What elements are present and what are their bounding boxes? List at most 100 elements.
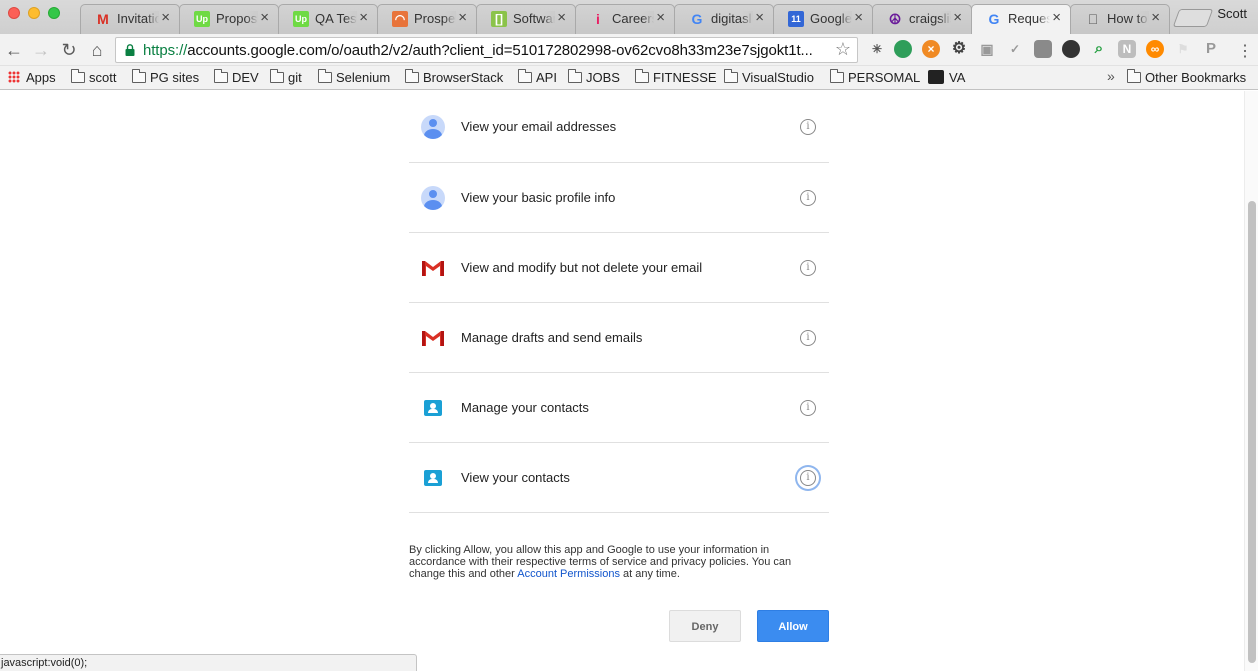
browser-tab[interactable]: 11 Google ×: [773, 4, 873, 34]
new-tab-button[interactable]: [1172, 9, 1214, 27]
upwork-icon: Up: [194, 11, 210, 27]
bookmark-folder[interactable]: Selenium: [318, 69, 390, 87]
tab-close-icon[interactable]: ×: [1151, 10, 1160, 26]
extension-bug-icon[interactable]: ✳: [868, 40, 886, 58]
bookmark-folder[interactable]: JOBS: [568, 69, 620, 87]
home-icon[interactable]: ⌂: [86, 39, 108, 61]
tab-close-icon[interactable]: ×: [161, 10, 170, 26]
permission-label: View your contacts: [461, 470, 570, 485]
scrollbar-thumb[interactable]: [1248, 201, 1256, 663]
extension-infinity-icon[interactable]: ∞: [1146, 40, 1164, 58]
tab-close-icon[interactable]: ×: [359, 10, 368, 26]
minimize-window-button[interactable]: [28, 7, 40, 19]
extension-camera-icon[interactable]: ▣: [978, 40, 996, 58]
folder-icon: [214, 69, 228, 83]
browser-tab[interactable]: Gdigitasl ×: [674, 4, 774, 34]
tab-close-icon[interactable]: ×: [557, 10, 566, 26]
browser-tab[interactable]: i Careers ×: [575, 4, 675, 34]
tab-close-icon[interactable]: ×: [1052, 10, 1061, 26]
extension-gear-icon[interactable]: ⚙: [950, 40, 968, 58]
extension-p-icon[interactable]: P: [1202, 40, 1220, 58]
consent-text: By clicking Allow, you allow this app an…: [409, 544, 809, 580]
folder-icon: [518, 69, 532, 83]
extension-search-icon[interactable]: ⌕: [1090, 40, 1108, 58]
bookmark-other[interactable]: Other Bookmarks: [1127, 69, 1246, 87]
browser-tab[interactable]: Up QA Test ×: [278, 4, 378, 34]
extension-n-icon[interactable]: N: [1118, 40, 1136, 58]
bookmark-folder[interactable]: PG sites: [132, 69, 199, 87]
back-icon[interactable]: ←: [3, 39, 25, 61]
bookmark-folder-label: DEV: [232, 70, 259, 85]
allow-button[interactable]: Allow: [757, 610, 829, 642]
extension-colorwheel-icon[interactable]: [1062, 40, 1080, 58]
info-icon[interactable]: i: [800, 119, 816, 135]
browser-menu-icon[interactable]: ⋮: [1237, 41, 1253, 61]
tab-close-icon[interactable]: ×: [755, 10, 764, 26]
bookmark-folder-label: FITNESSE: [653, 70, 717, 85]
browser-tab[interactable]:  How to×: [1070, 4, 1170, 34]
bookmark-folder[interactable]: git: [270, 69, 302, 87]
permission-label: View your email addresses: [461, 119, 617, 134]
info-icon[interactable]: i: [800, 470, 816, 486]
folder-icon: [635, 69, 649, 83]
bookmark-folder[interactable]: API: [518, 69, 557, 87]
permission-row: View your basic profile info i: [409, 163, 829, 233]
permission-row: View your contacts i: [409, 443, 829, 513]
tab-close-icon[interactable]: ×: [854, 10, 863, 26]
browser-tab[interactable]: ◠ Prospec×: [377, 4, 477, 34]
info-i-icon: i: [596, 11, 600, 27]
bookmark-folder-label: scott: [89, 70, 117, 85]
forward-icon[interactable]: →: [30, 39, 52, 61]
page-scrollbar[interactable]: [1244, 91, 1258, 671]
reload-icon[interactable]: ↻: [58, 39, 80, 61]
account-permissions-link[interactable]: Account Permissions: [517, 568, 620, 580]
gmail-icon: [421, 329, 445, 353]
permission-label: Manage drafts and send emails: [461, 330, 643, 345]
close-window-button[interactable]: [8, 7, 20, 19]
folder-icon: [1127, 69, 1141, 83]
peace-icon: ☮: [888, 11, 902, 27]
bookmark-folder[interactable]: VisualStudio: [724, 69, 814, 87]
browser-tab[interactable]: M Invitatio ×: [80, 4, 180, 34]
deny-button[interactable]: Deny: [669, 610, 741, 642]
permission-row: View your email addresses i: [409, 91, 829, 163]
extension-globe-icon[interactable]: [894, 40, 912, 58]
info-icon[interactable]: i: [800, 190, 816, 206]
bookmark-folder-label: API: [536, 70, 557, 85]
extension-gray-icon[interactable]: [1034, 40, 1052, 58]
contacts-icon: [424, 400, 442, 416]
extension-flag-icon[interactable]: ⚑: [1174, 40, 1192, 58]
bookmark-folder[interactable]: DEV: [214, 69, 259, 87]
tab-close-icon[interactable]: ×: [656, 10, 665, 26]
tab-close-icon[interactable]: ×: [458, 10, 467, 26]
browser-tab[interactable]: Up Proposa×: [179, 4, 279, 34]
tab-close-icon[interactable]: ×: [260, 10, 269, 26]
info-icon[interactable]: i: [800, 330, 816, 346]
info-icon[interactable]: i: [800, 400, 816, 416]
calendar-icon: 11: [788, 11, 804, 27]
tab-title: Google: [810, 11, 852, 27]
address-bar[interactable]: https://accounts.google.com/o/oauth2/v2/…: [115, 37, 858, 63]
tab-title: Proposa: [216, 11, 258, 27]
folder-icon: [270, 69, 284, 83]
info-icon[interactable]: i: [800, 260, 816, 276]
profile-name[interactable]: Scott: [1217, 6, 1247, 21]
tab-title: Softwar: [513, 11, 555, 27]
bookmark-star-icon[interactable]: ☆: [835, 39, 851, 60]
tab-close-icon[interactable]: ×: [953, 10, 962, 26]
extension-check-icon[interactable]: ✓: [1006, 40, 1024, 58]
extension-orange-icon[interactable]: ×: [922, 40, 940, 58]
browser-tab[interactable]: ☮ craigslis×: [872, 4, 972, 34]
bookmarks-overflow-icon[interactable]: »: [1107, 68, 1115, 84]
bookmark-va[interactable]: VA: [928, 69, 965, 87]
bookmark-folder[interactable]: scott: [71, 69, 116, 87]
google-g-icon: G: [988, 11, 1000, 27]
bookmark-folder[interactable]: FITNESSE: [635, 69, 717, 87]
browser-tab[interactable]: [] Softwar ×: [476, 4, 576, 34]
maximize-window-button[interactable]: [48, 7, 60, 19]
bookmark-folder[interactable]: PERSOMAL: [830, 69, 920, 87]
browser-tab[interactable]: G Request×: [971, 4, 1071, 35]
bookmark-apps[interactable]: Apps: [8, 69, 56, 87]
bookmark-folder[interactable]: BrowserStack: [405, 69, 503, 87]
bookmark-folder-label: PERSOMAL: [848, 70, 921, 85]
